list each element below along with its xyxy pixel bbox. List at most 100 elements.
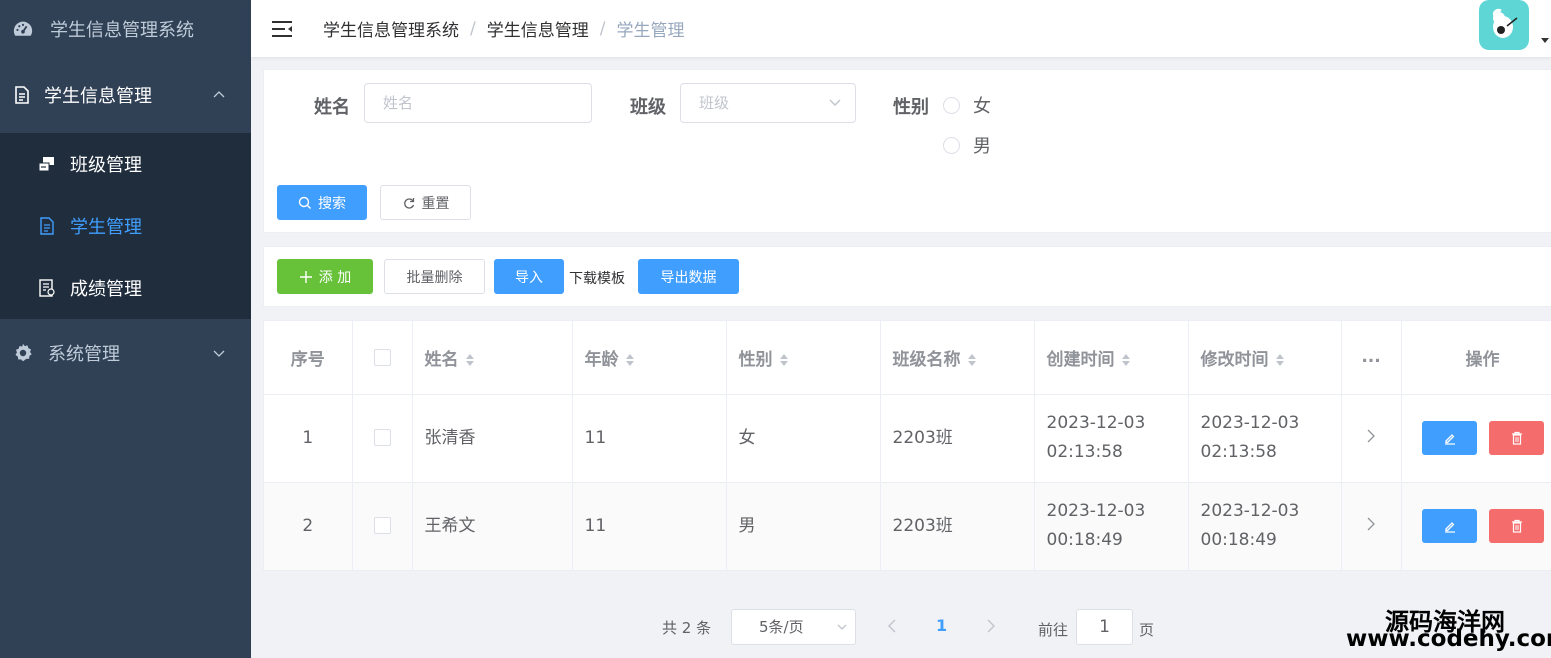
table-row: 2 王希文 11 男 2203班 2023-12-03 00:18:49 202… bbox=[264, 482, 1551, 571]
sort-icon[interactable] bbox=[625, 353, 635, 367]
header-select-all bbox=[352, 321, 413, 395]
page-number-current[interactable]: 1 bbox=[936, 616, 947, 635]
table-header-row: 序号 姓名 年龄 性别 班级名称 创建时间 修改时间 ... 操作 bbox=[264, 321, 1551, 395]
table-row: 1 张清香 11 女 2203班 2023-12-03 02:13:58 202… bbox=[264, 394, 1551, 483]
cell-expand bbox=[1341, 482, 1402, 571]
sidebar-logo[interactable]: 学生信息管理系统 bbox=[0, 0, 251, 57]
add-button[interactable]: 添 加 bbox=[277, 259, 373, 294]
sidebar-item-student[interactable]: 学生管理 bbox=[0, 195, 251, 257]
gender-radio-male[interactable]: 男 bbox=[943, 132, 991, 158]
cell-created: 2023-12-03 02:13:58 bbox=[1034, 394, 1189, 483]
cell-name: 张清香 bbox=[412, 394, 573, 483]
watermark-url: www.codehy.com bbox=[1346, 626, 1551, 652]
radio-circle[interactable] bbox=[943, 96, 960, 114]
reset-button[interactable]: 重置 bbox=[380, 185, 471, 220]
avatar-image-icon bbox=[1493, 8, 1518, 38]
avatar[interactable] bbox=[1479, 0, 1529, 50]
radio-label: 女 bbox=[973, 96, 991, 117]
cell-age: 11 bbox=[572, 482, 727, 571]
chevron-down-icon bbox=[829, 99, 841, 106]
score-icon bbox=[39, 279, 55, 297]
chevron-right-icon[interactable] bbox=[1366, 429, 1376, 443]
sidebar-title: 学生信息管理系统 bbox=[50, 19, 194, 41]
header-age[interactable]: 年龄 bbox=[572, 321, 727, 395]
edit-button[interactable] bbox=[1421, 421, 1477, 455]
student-doc-icon bbox=[40, 217, 54, 235]
cell-select bbox=[352, 394, 413, 483]
download-template-link[interactable]: 下载模板 bbox=[569, 268, 625, 288]
breadcrumb-item-current: 学生管理 bbox=[616, 21, 685, 41]
breadcrumb-item-system[interactable]: 学生信息管理系统 bbox=[323, 16, 459, 41]
caret-down-icon[interactable] bbox=[1541, 38, 1549, 43]
chevron-right-icon[interactable] bbox=[1366, 517, 1376, 531]
select-all-checkbox[interactable] bbox=[373, 348, 391, 366]
add-button-label: 添 加 bbox=[318, 269, 352, 286]
edit-button[interactable] bbox=[1421, 509, 1477, 543]
header-modified[interactable]: 修改时间 bbox=[1188, 321, 1342, 395]
trash-icon bbox=[1511, 519, 1522, 533]
goto-page-input[interactable]: 1 bbox=[1076, 609, 1133, 645]
header-class-name[interactable]: 班级名称 bbox=[880, 321, 1035, 395]
batch-delete-button[interactable]: 批量删除 bbox=[384, 259, 485, 294]
edit-icon bbox=[1444, 522, 1455, 533]
sidebar-menu-system[interactable]: 系统管理 bbox=[0, 319, 251, 387]
class-label: 班级 bbox=[630, 97, 666, 118]
name-input[interactable]: 姓名 bbox=[364, 83, 592, 123]
chevron-up-icon bbox=[213, 91, 225, 98]
header-created[interactable]: 创建时间 bbox=[1034, 321, 1189, 395]
sidebar-item-score[interactable]: 成绩管理 bbox=[0, 257, 251, 319]
sort-icon[interactable] bbox=[1121, 353, 1131, 367]
header-gender[interactable]: 性别 bbox=[726, 321, 881, 395]
header-age-label: 年龄 bbox=[584, 349, 619, 370]
trash-icon bbox=[1511, 431, 1522, 445]
sort-icon[interactable] bbox=[967, 353, 977, 367]
cell-gender: 男 bbox=[726, 482, 881, 571]
name-label: 姓名 bbox=[314, 97, 350, 118]
header-gender-label: 性别 bbox=[738, 349, 773, 370]
cell-gender: 女 bbox=[726, 394, 881, 483]
search-icon bbox=[298, 196, 311, 209]
row-checkbox[interactable] bbox=[373, 429, 391, 446]
sidebar-menu-student-info[interactable]: 学生信息管理 bbox=[0, 57, 251, 133]
export-label: 导出数据 bbox=[660, 269, 717, 286]
cell-select bbox=[352, 482, 413, 571]
sidebar-item-label: 班级管理 bbox=[70, 155, 142, 176]
delete-button[interactable] bbox=[1488, 509, 1544, 543]
header-name-label: 姓名 bbox=[424, 349, 459, 370]
sort-icon[interactable] bbox=[779, 353, 789, 367]
sort-icon[interactable] bbox=[1275, 353, 1285, 367]
chevron-right-icon[interactable] bbox=[983, 618, 997, 634]
top-header: 学生信息管理系统 / 学生信息管理 / 学生管理 bbox=[251, 0, 1551, 57]
cell-expand bbox=[1341, 394, 1402, 483]
radio-circle[interactable] bbox=[943, 136, 960, 154]
header-created-label: 创建时间 bbox=[1046, 349, 1115, 370]
row-checkbox[interactable] bbox=[373, 517, 391, 534]
sidebar-system-label: 系统管理 bbox=[48, 344, 120, 365]
delete-button[interactable] bbox=[1488, 421, 1544, 455]
cell-modified: 2023-12-03 00:18:49 bbox=[1188, 482, 1342, 571]
import-button[interactable]: 导入 bbox=[494, 259, 564, 294]
cell-age: 11 bbox=[572, 394, 727, 483]
header-name[interactable]: 姓名 bbox=[412, 321, 573, 395]
sidebar-menu-label: 学生信息管理 bbox=[44, 86, 152, 107]
export-button[interactable]: 导出数据 bbox=[638, 259, 739, 294]
class-icon bbox=[38, 157, 54, 172]
chevron-down-icon bbox=[837, 624, 847, 630]
goto-label: 前往 bbox=[1038, 621, 1069, 639]
cell-class-name: 2203班 bbox=[880, 394, 1035, 483]
student-table: 序号 姓名 年龄 性别 班级名称 创建时间 修改时间 ... 操作 1 张清香 … bbox=[264, 321, 1551, 571]
breadcrumb-item-student-info[interactable]: 学生信息管理 bbox=[487, 16, 589, 41]
gender-radio-female[interactable]: 女 bbox=[943, 92, 991, 118]
page-size-select[interactable]: 5条/页 bbox=[731, 609, 856, 645]
search-panel: 姓名 姓名 班级 班级 性别 女 男 搜索 重置 bbox=[263, 69, 1551, 233]
search-button[interactable]: 搜索 bbox=[277, 185, 367, 220]
hamburger-icon[interactable] bbox=[271, 19, 293, 39]
sort-icon[interactable] bbox=[465, 353, 475, 367]
sidebar-item-class[interactable]: 班级管理 bbox=[0, 133, 251, 195]
sidebar-submenu: 班级管理 学生管理 成绩管理 bbox=[0, 133, 251, 319]
edit-icon bbox=[1444, 434, 1455, 445]
cell-class-name: 2203班 bbox=[880, 482, 1035, 571]
sidebar-item-label: 学生管理 bbox=[70, 217, 142, 238]
class-select[interactable]: 班级 bbox=[680, 83, 856, 123]
chevron-left-icon[interactable] bbox=[886, 618, 900, 634]
